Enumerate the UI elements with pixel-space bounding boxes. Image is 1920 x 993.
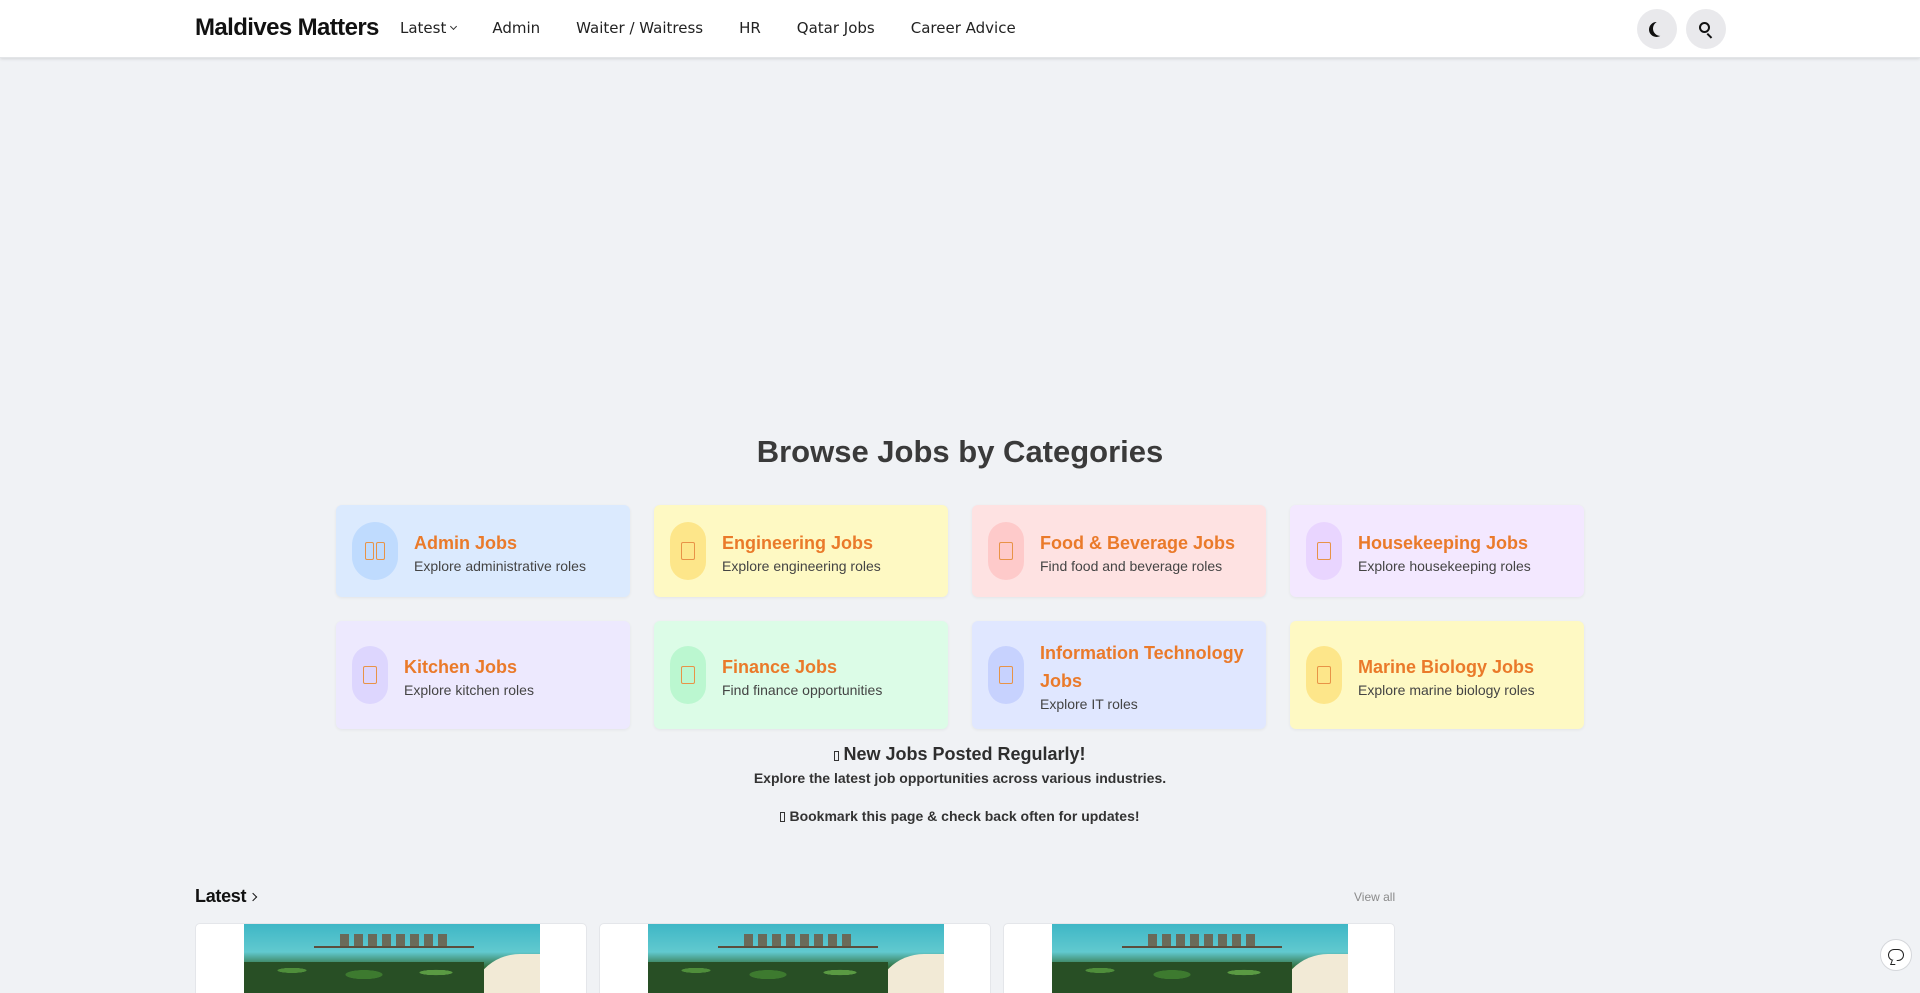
search-button[interactable]	[1686, 9, 1726, 49]
chevron-right-icon	[248, 892, 258, 901]
card-subtitle: Explore kitchen roles	[404, 681, 534, 698]
category-card-finance[interactable]: Finance Jobs Find finance opportunities	[654, 621, 948, 729]
chat-bubble-icon	[1888, 949, 1904, 961]
notice-bookmark: Bookmark this page & check back often fo…	[0, 808, 1920, 824]
theme-toggle-button[interactable]	[1637, 9, 1677, 49]
card-subtitle: Find food and beverage roles	[1040, 557, 1223, 574]
nav-label: Career Advice	[910, 19, 1016, 37]
card-subtitle: Explore marine biology roles	[1358, 681, 1535, 698]
card-text: Kitchen Jobs Explore kitchen roles	[404, 653, 534, 698]
card-title: Admin Jobs	[414, 532, 518, 553]
card-text: Engineering Jobs Explore engineering rol…	[722, 529, 881, 574]
post-thumbnail	[648, 924, 944, 993]
broom-icon	[1306, 522, 1342, 580]
wrench-icon	[670, 522, 706, 580]
category-card-housekeeping[interactable]: Housekeeping Jobs Explore housekeeping r…	[1290, 505, 1584, 597]
notice-bookmark-text: Bookmark this page & check back often fo…	[789, 808, 1140, 824]
nav-label: HR	[739, 19, 761, 37]
categories-title: Browse Jobs by Categories	[756, 434, 1164, 469]
category-grid: Admin Jobs Explore administrative roles …	[336, 505, 1584, 729]
card-subtitle: Explore engineering roles	[722, 557, 881, 574]
category-card-information-technology[interactable]: Information Technology Jobs Explore IT r…	[972, 621, 1266, 729]
nav-item-hr[interactable]: HR	[739, 19, 761, 37]
card-subtitle: Explore housekeeping roles	[1358, 557, 1531, 574]
nav-label: Qatar Jobs	[796, 19, 875, 37]
card-text: Marine Biology Jobs Explore marine biolo…	[1358, 653, 1535, 698]
card-text: Information Technology Jobs Explore IT r…	[1040, 639, 1252, 712]
category-card-marine-biology[interactable]: Marine Biology Jobs Explore marine biolo…	[1290, 621, 1584, 729]
nav-item-qatar-jobs[interactable]: Qatar Jobs	[797, 19, 875, 37]
latest-post-card[interactable]	[1003, 923, 1395, 993]
category-card-kitchen[interactable]: Kitchen Jobs Explore kitchen roles	[336, 621, 630, 729]
notice-headline-text: New Jobs Posted Regularly!	[843, 744, 1086, 764]
coins-icon	[670, 646, 706, 704]
latest-heading-text: Latest	[195, 886, 247, 906]
chevron-down-icon	[450, 22, 458, 31]
site-logo[interactable]: Maldives Matters	[195, 14, 379, 42]
card-title: Information Technology Jobs	[1040, 642, 1244, 691]
card-title: Engineering Jobs	[722, 532, 874, 553]
card-title: Housekeeping Jobs	[1358, 532, 1529, 553]
category-card-admin[interactable]: Admin Jobs Explore administrative roles	[336, 505, 630, 597]
chef-hat-icon	[352, 646, 388, 704]
card-title: Kitchen Jobs	[404, 656, 518, 677]
card-title: Food & Beverage Jobs	[1040, 532, 1236, 553]
category-card-food-beverage[interactable]: Food & Beverage Jobs Find food and bever…	[972, 505, 1266, 597]
main-nav: Latest Admin Waiter / Waitress HR Qatar …	[400, 19, 1016, 37]
card-text: Housekeeping Jobs Explore housekeeping r…	[1358, 529, 1531, 574]
site-header: Maldives Matters Latest Admin Waiter / W…	[0, 0, 1920, 58]
card-subtitle: Find finance opportunities	[722, 681, 883, 698]
latest-section-heading[interactable]: Latest	[195, 886, 258, 907]
latest-post-card[interactable]	[599, 923, 991, 993]
moon-icon	[1653, 21, 1668, 36]
card-subtitle: Explore IT roles	[1040, 695, 1138, 712]
view-all-link[interactable]: View all	[1354, 890, 1395, 904]
post-thumbnail	[1052, 924, 1348, 993]
nav-item-waiter[interactable]: Waiter / Waitress	[576, 19, 703, 37]
chat-widget-button[interactable]	[1880, 939, 1912, 971]
nav-label: Admin	[492, 19, 541, 37]
nav-label: Latest	[400, 19, 447, 37]
category-card-engineering[interactable]: Engineering Jobs Explore engineering rol…	[654, 505, 948, 597]
search-icon	[1698, 21, 1714, 39]
card-subtitle: Explore administrative roles	[414, 557, 586, 574]
card-text: Admin Jobs Explore administrative roles	[414, 529, 586, 574]
nav-item-latest[interactable]: Latest	[400, 19, 458, 37]
fish-icon	[1306, 646, 1342, 704]
nav-item-career-advice[interactable]: Career Advice	[911, 19, 1016, 37]
notice-subline: Explore the latest job opportunities acr…	[753, 770, 1167, 786]
card-title: Finance Jobs	[722, 656, 838, 677]
laptop-icon	[988, 646, 1024, 704]
card-title: Marine Biology Jobs	[1358, 656, 1535, 677]
nav-label: Waiter / Waitress	[576, 19, 704, 37]
latest-post-card[interactable]	[195, 923, 587, 993]
card-text: Food & Beverage Jobs Find food and bever…	[1040, 529, 1235, 574]
briefcase-icon	[352, 522, 398, 580]
bookmark-icon	[780, 812, 786, 822]
nav-item-admin[interactable]: Admin	[492, 19, 540, 37]
megaphone-icon	[834, 751, 840, 761]
card-text: Finance Jobs Find finance opportunities	[722, 653, 882, 698]
utensils-icon	[988, 522, 1024, 580]
notice-headline: New Jobs Posted Regularly!	[0, 744, 1920, 765]
post-thumbnail	[244, 924, 540, 993]
